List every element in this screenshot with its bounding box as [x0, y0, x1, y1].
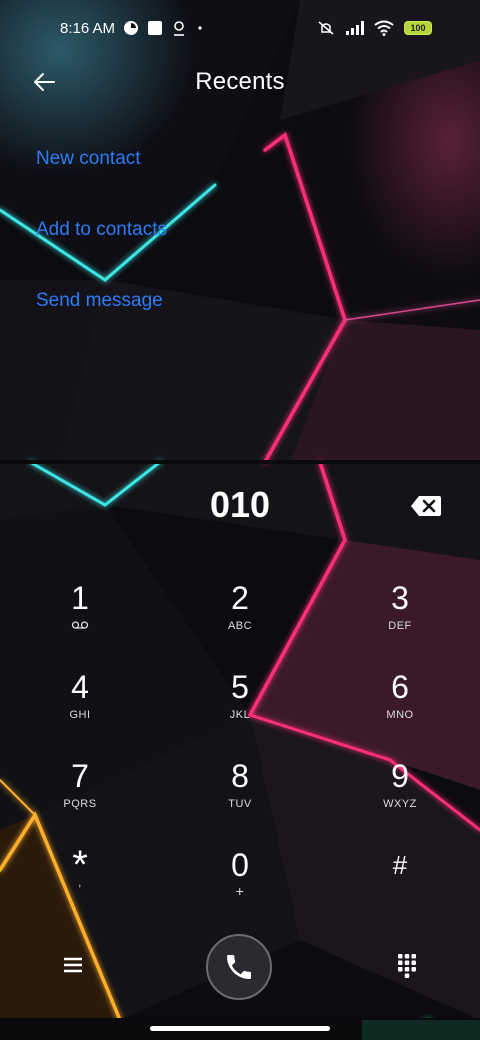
phone-icon — [227, 955, 251, 979]
key-letters: ABC — [227, 620, 253, 632]
key-digit: 9 — [391, 758, 409, 794]
add-to-contacts-link[interactable]: Add to contacts — [36, 219, 167, 241]
key-digit: 7 — [71, 758, 89, 794]
data-saver-icon — [124, 21, 139, 35]
key-letters: + — [235, 883, 245, 899]
key-digit: 8 — [231, 758, 249, 794]
status-bar: 8:16 AM 100 — [0, 0, 480, 56]
key-letters: MNO — [386, 709, 414, 721]
square-notification-icon — [148, 21, 163, 35]
call-button[interactable] — [206, 934, 272, 1000]
wifi-icon — [374, 20, 394, 36]
dialed-number: 010 — [209, 484, 271, 525]
key-digit: # — [392, 850, 408, 880]
key-3[interactable]: 3 DEF — [340, 580, 460, 660]
dialpad-toggle-icon[interactable] — [392, 950, 422, 980]
mute-icon — [318, 21, 334, 35]
key-letters: WXYZ — [383, 798, 417, 810]
key-6[interactable]: 6 MNO — [340, 669, 460, 749]
key-8[interactable]: 8 TUV — [180, 758, 300, 838]
new-contact-link[interactable]: New contact — [36, 148, 141, 170]
key-letters: , — [78, 877, 82, 889]
key-1[interactable]: 1 — [20, 580, 140, 660]
key-digit: 4 — [71, 669, 89, 705]
key-letters: DEF — [388, 620, 412, 632]
key-letters: TUV — [228, 798, 252, 810]
dot-icon — [198, 26, 202, 30]
key-0[interactable]: 0 + — [180, 847, 300, 927]
location-pin-icon — [174, 21, 185, 36]
backspace-icon[interactable] — [410, 494, 442, 518]
key-letters: GHI — [69, 709, 91, 721]
key-5[interactable]: 5 JKL — [180, 669, 300, 749]
key-star[interactable]: * , — [20, 845, 140, 927]
key-digit: 2 — [231, 580, 249, 616]
send-message-link[interactable]: Send message — [36, 290, 163, 312]
status-time: 8:16 AM — [60, 19, 116, 37]
home-indicator[interactable] — [150, 1026, 330, 1031]
key-letters: PQRS — [63, 798, 97, 810]
page-title: Recents — [195, 68, 285, 95]
status-left: 8:16 AM — [60, 20, 205, 37]
key-letters: JKL — [229, 709, 251, 721]
key-4[interactable]: 4 GHI — [20, 669, 140, 749]
key-2[interactable]: 2 ABC — [180, 580, 300, 660]
signal-icon — [346, 21, 364, 35]
back-arrow-icon[interactable] — [30, 66, 62, 98]
key-hash[interactable]: # — [340, 847, 460, 927]
key-digit: 1 — [71, 580, 89, 616]
header: Recents — [0, 56, 480, 108]
status-right: 100 — [316, 20, 432, 36]
key-digit: 0 — [231, 847, 249, 883]
battery-icon: 100 — [404, 21, 432, 35]
menu-icon[interactable] — [58, 950, 88, 980]
key-digit: 3 — [391, 580, 409, 616]
voicemail-icon — [71, 621, 89, 629]
key-9[interactable]: 9 WXYZ — [340, 758, 460, 838]
key-7[interactable]: 7 PQRS — [20, 758, 140, 838]
bottom-action-bar — [0, 930, 480, 1002]
key-digit: 5 — [231, 669, 249, 705]
key-digit: 6 — [391, 669, 409, 705]
